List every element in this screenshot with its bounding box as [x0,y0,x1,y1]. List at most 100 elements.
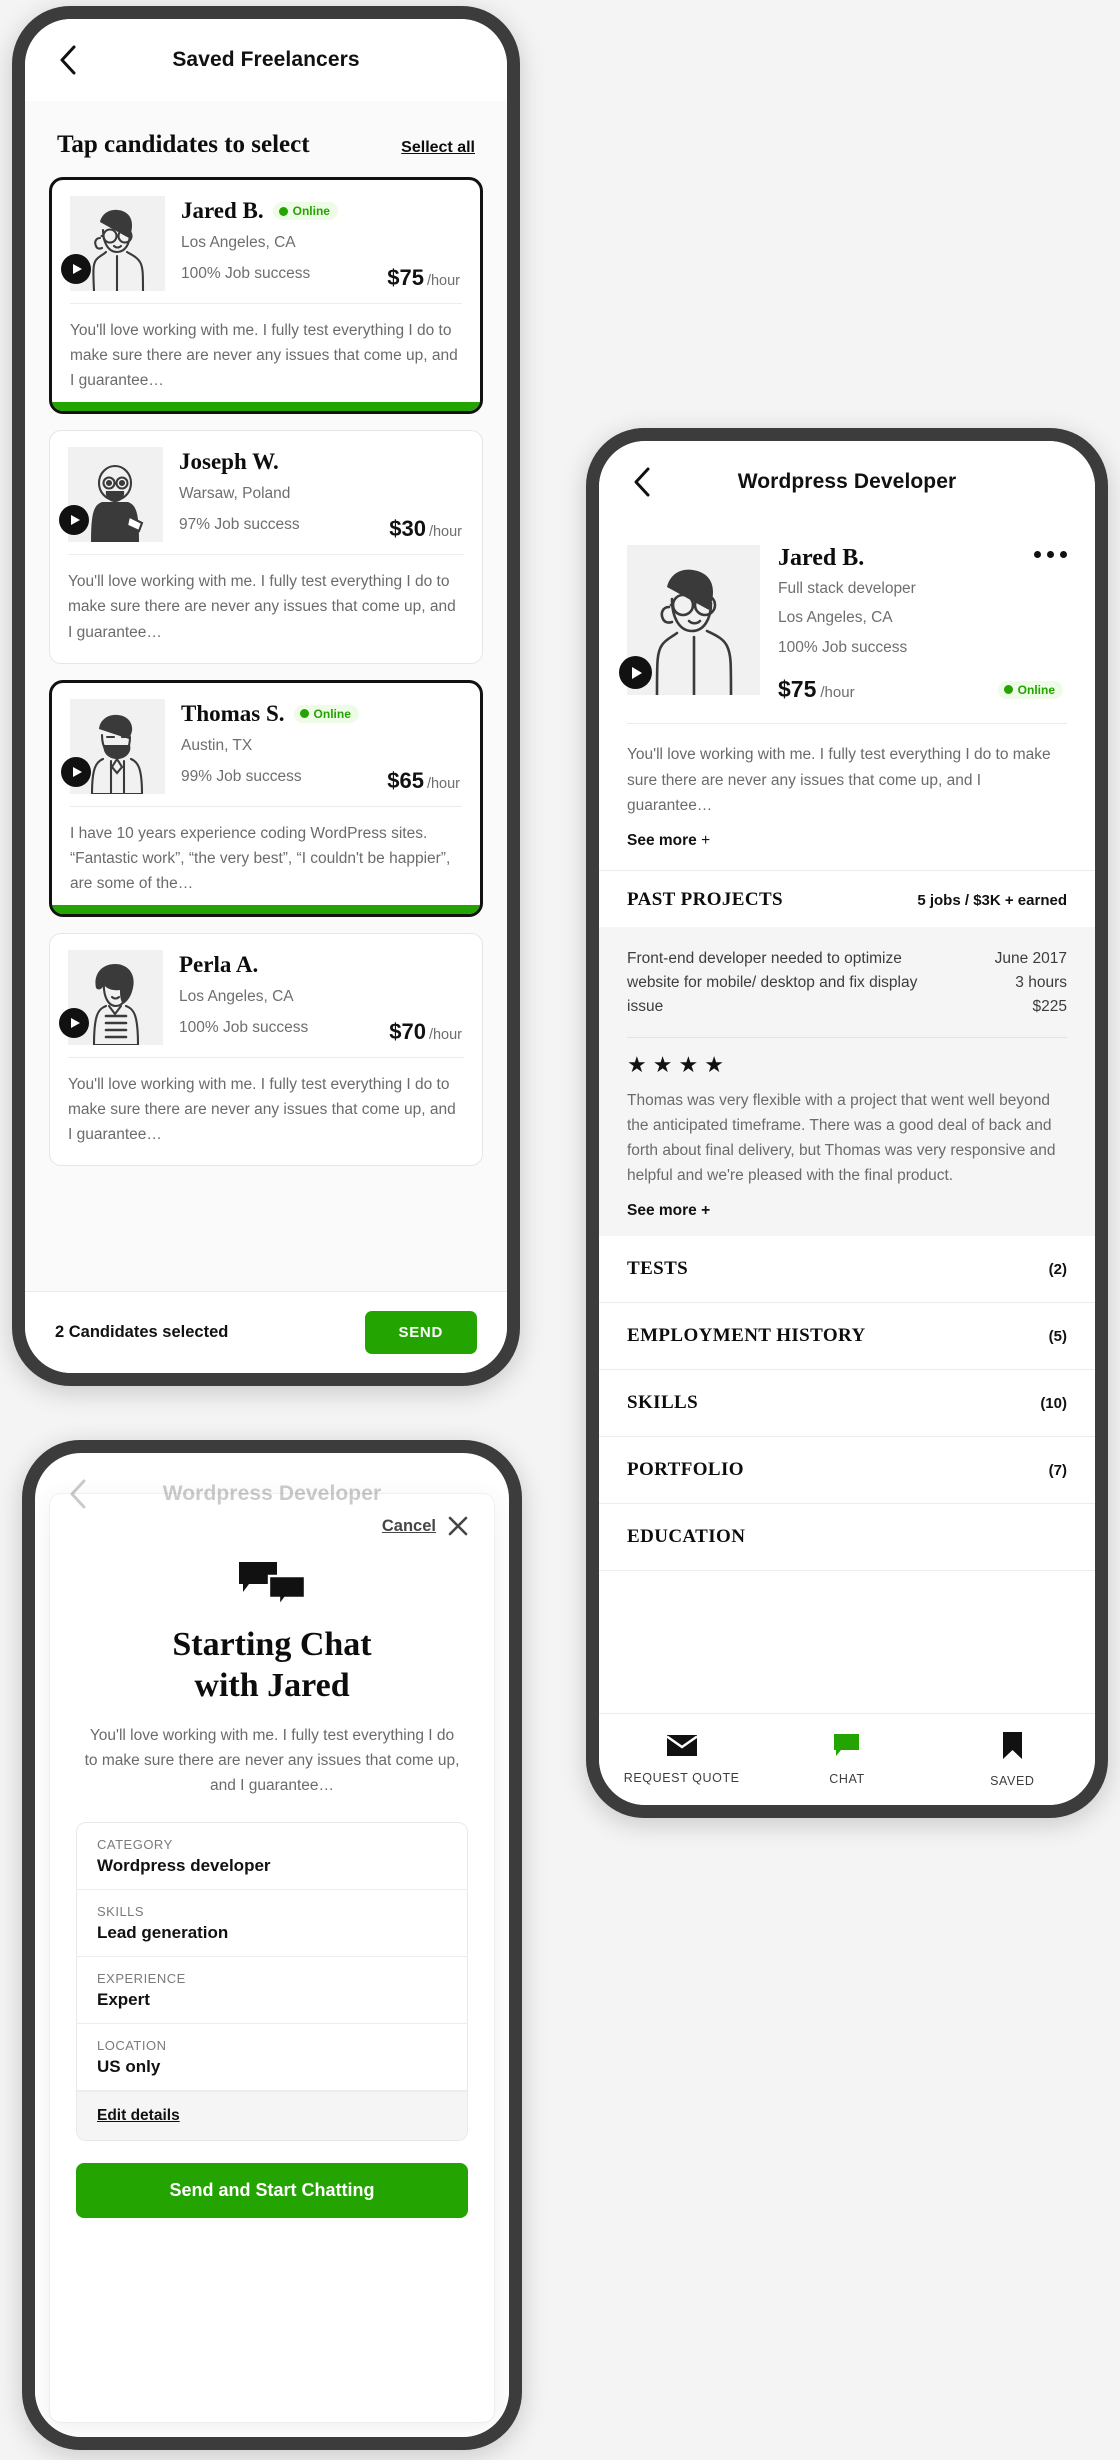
job-details-card: CATEGORY Wordpress developer SKILLS Lead… [76,1822,468,2142]
freelancer-card[interactable]: Thomas S. Online Austin, TX 99% Job succ… [49,679,483,917]
start-chat-screen: Wordpress Developer Cancel Starting Chat… [35,1453,509,2437]
section-title: PAST PROJECTS [627,888,784,910]
jobs-earned-summary: 5 jobs / $3K + earned [917,891,1067,909]
profile-bio: You'll love working with me. I fully tes… [627,746,1051,814]
saved-navbar: Saved Freelancers [25,19,507,101]
freelancer-location: Warsaw, Poland [179,485,291,503]
play-video-button[interactable] [61,254,91,284]
freelancer-card[interactable]: Jared B. Online Los Angeles, CA 100% Job… [49,177,483,415]
back-button[interactable] [51,43,85,77]
freelancer-name: Thomas S. [181,700,285,726]
section-label: PORTFOLIO [627,1459,744,1481]
bio-see-more-button[interactable]: See more + [599,818,1095,870]
freelancer-description: I have 10 years experience coding WordPr… [70,824,451,892]
project-amount: $225 [1032,997,1067,1015]
detail-row-skills[interactable]: SKILLS Lead generation [77,1890,467,1958]
card-top: Thomas S. Online Austin, TX 99% Job succ… [52,683,480,806]
list-header: Tap candidates to select Sellect all [49,101,483,177]
modal-host: Cancel Starting Chat with Jared You'll l… [35,1493,509,2437]
section-count: (10) [1040,1394,1067,1412]
detail-row-experience[interactable]: EXPERIENCE Expert [77,1957,467,2025]
send-and-start-chatting-button[interactable]: Send and Start Chatting [76,2163,468,2219]
rate: $70 /hour [389,1019,462,1045]
project-title: Front-end developer needed to optimize w… [627,949,918,1015]
detail-value: US only [97,2057,161,2077]
star-icon: ★ [627,1051,647,1077]
freelancer-location: Los Angeles, CA [778,609,893,627]
freelancer-card[interactable]: Joseph W. Warsaw, Poland 97% Job success… [49,430,483,664]
see-more-label: See more [627,1202,697,1220]
screenshot-stage: Saved Freelancers Tap candidates to sele… [0,0,1120,2460]
page-title: Saved Freelancers [172,48,360,71]
rate-unit: /hour [428,1026,462,1043]
detail-value: Expert [97,1990,150,2010]
freelancer-description: You'll love working with me. I fully tes… [70,322,458,390]
freelancer-description: You'll love working with me. I fully tes… [68,1075,456,1144]
play-video-button[interactable] [619,656,652,689]
rate: $30 /hour [389,516,462,542]
back-button[interactable] [61,1477,95,1511]
tab-label: CHAT [829,1772,865,1786]
card-top: Joseph W. Warsaw, Poland 97% Job success… [50,431,482,554]
detail-label: EXPERIENCE [97,1971,186,1987]
rate-amount: $65 [387,767,424,793]
bookmark-icon [1002,1731,1023,1764]
detail-row-location[interactable]: LOCATION US only [77,2024,467,2092]
play-video-button[interactable] [61,756,91,787]
project-date: June 2017 [994,949,1067,967]
status-label: Online [292,204,330,218]
status-label: Online [1017,682,1055,697]
past-projects-header: PAST PROJECTS 5 jobs / $3K + earned [599,869,1095,927]
selected-count-label: 2 Candidates selected [55,1323,229,1341]
section-row-portfolio[interactable]: PORTFOLIO (7) [599,1437,1095,1505]
back-button[interactable] [625,465,659,499]
freelancer-name: Jared B. [181,198,264,223]
freelancer-name: Joseph W. [179,449,279,475]
edit-details-link[interactable]: Edit details [97,2107,180,2124]
card-top: Jared B. Online Los Angeles, CA 100% Job… [52,180,480,303]
rate-amount: $70 [389,1018,426,1044]
plus-icon: + [696,1202,711,1220]
section-label: EDUCATION [627,1526,746,1548]
section-row-tests[interactable]: TESTS (2) [599,1236,1095,1304]
section-row-employment-history[interactable]: EMPLOYMENT HISTORY (5) [599,1303,1095,1371]
play-video-button[interactable] [59,1007,89,1038]
card-info: Jared B. Online Los Angeles, CA 100% Job… [165,196,462,291]
freelancer-card[interactable]: Perla A. Los Angeles, CA 100% Job succes… [49,932,483,1167]
review-see-more-button[interactable]: See more + [627,1202,1067,1220]
online-dot-icon [1003,685,1013,695]
detail-label: LOCATION [97,2038,167,2054]
modal-title-line2: with Jared [194,1667,350,1705]
freelancer-description: You'll love working with me. I fully tes… [68,573,456,641]
section-label: TESTS [627,1258,689,1280]
page-title: Wordpress Developer [737,470,957,493]
section-row-skills[interactable]: SKILLS (10) [599,1370,1095,1438]
chevron-left-icon [633,467,651,497]
tab-chat[interactable]: CHAT [764,1733,929,1786]
saved-list-scroll[interactable]: Tap candidates to select Sellect all Jar… [25,101,507,1291]
avatar-wrap [61,196,165,291]
start-chat-modal: Cancel Starting Chat with Jared You'll l… [49,1493,495,2423]
profile-header: Jared B. Full stack developer Los Angele… [599,523,1095,703]
detail-value: Wordpress developer [97,1856,271,1876]
profile-scroll[interactable]: Jared B. Full stack developer Los Angele… [599,523,1095,1713]
tab-saved[interactable]: SAVED [930,1731,1095,1788]
past-projects-block: Front-end developer needed to optimize w… [599,926,1095,1237]
profile-info: Jared B. Full stack developer Los Angele… [760,545,1067,703]
tab-label: REQUEST QUOTE [623,1770,740,1785]
chat-bubbles-icon [76,1562,468,1606]
send-button[interactable]: SEND [364,1311,477,1354]
section-row-education[interactable]: EDUCATION [599,1504,1095,1572]
name-row: Thomas S. Online [181,701,462,727]
detail-label: CATEGORY [97,1837,173,1853]
select-all-link[interactable]: Sellect all [401,139,475,157]
section-count: (2) [1048,1260,1067,1278]
edit-details-row[interactable]: Edit details [77,2091,467,2141]
detail-row-category[interactable]: CATEGORY Wordpress developer [77,1823,467,1891]
more-horizontal-icon[interactable] [1034,551,1067,558]
tab-request-quote[interactable]: REQUEST QUOTE [599,1734,764,1785]
plus-icon: + [696,831,711,849]
freelancer-name: Perla A. [179,951,259,977]
card-info: Joseph W. Warsaw, Poland 97% Job success… [163,447,464,542]
status-badge: Online [272,202,338,220]
